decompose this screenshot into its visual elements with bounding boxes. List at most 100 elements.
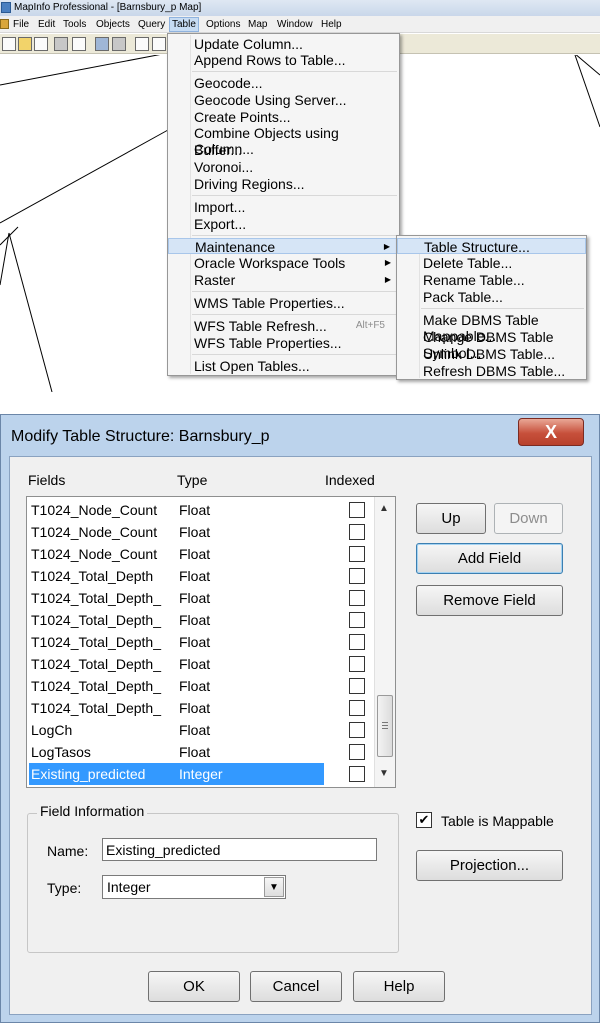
type-select-value: Integer <box>107 879 151 895</box>
name-input[interactable] <box>102 838 377 861</box>
menu-options[interactable]: Options <box>204 18 242 31</box>
open-workspace-icon[interactable] <box>34 37 48 51</box>
menu-item-change-dbms-table-symbol[interactable]: Change DBMS Table Symbol... <box>397 329 586 361</box>
menu-item-geocode-using-server[interactable]: Geocode Using Server... <box>168 92 399 108</box>
title-bar: MapInfo Professional - [Barnsbury_p Map] <box>0 0 600 16</box>
indexed-checkbox[interactable] <box>349 656 365 672</box>
remove-field-button[interactable]: Remove Field <box>416 585 563 616</box>
menu-map[interactable]: Map <box>246 18 269 31</box>
indexed-checkbox[interactable] <box>349 634 365 650</box>
indexed-checkbox[interactable] <box>349 524 365 540</box>
field-row[interactable]: T1024_Total_Depth_ Float <box>29 609 375 631</box>
close-icon: X <box>544 422 557 442</box>
menu-item-make-dbms-table-mappable[interactable]: Make DBMS Table Mappable... <box>397 312 586 344</box>
copy-icon[interactable] <box>152 37 166 51</box>
indexed-checkbox[interactable] <box>349 590 365 606</box>
menu-item-geocode[interactable]: Geocode... <box>168 75 399 91</box>
field-row[interactable]: T1024_Total_Depth_ Float <box>29 653 375 675</box>
scroll-thumb[interactable] <box>377 695 393 757</box>
field-row[interactable]: LogCh Float <box>29 719 375 741</box>
save-table-icon[interactable] <box>54 37 68 51</box>
indexed-checkbox[interactable] <box>349 766 365 782</box>
scroll-up-arrow-icon[interactable]: ▲ <box>379 503 389 514</box>
type-column-header: Type <box>177 472 208 488</box>
menu-item-rename-table[interactable]: Rename Table... <box>397 272 586 288</box>
down-button[interactable]: Down <box>494 503 563 534</box>
new-table-icon[interactable] <box>2 37 16 51</box>
menu-item-update-column[interactable]: Update Column... <box>168 36 399 52</box>
close-button[interactable]: X <box>518 418 584 446</box>
menu-tools[interactable]: Tools <box>61 18 88 31</box>
print-icon[interactable] <box>112 37 126 51</box>
field-row[interactable]: T1024_Total_Depth_ Float <box>29 697 375 719</box>
menu-item-oracle-workspace-tools[interactable]: Oracle Workspace Tools ▶ <box>168 255 399 271</box>
menu-item-list-open-tables[interactable]: List Open Tables... <box>168 358 399 374</box>
menu-item-wfs-table-refresh[interactable]: WFS Table Refresh... Alt+F5 <box>168 318 399 334</box>
menu-item-wms-table-properties[interactable]: WMS Table Properties... <box>168 295 399 311</box>
menu-item-maintenance[interactable]: Maintenance ▶ <box>168 238 399 255</box>
table-is-mappable-label: Table is Mappable <box>441 813 554 829</box>
projection-button[interactable]: Projection... <box>416 850 563 881</box>
field-row[interactable]: T1024_Total_Depth_ Float <box>29 675 375 697</box>
indexed-checkbox[interactable] <box>349 546 365 562</box>
menu-item-pack-table[interactable]: Pack Table... <box>397 289 586 305</box>
menu-item-table-structure[interactable]: Table Structure... <box>397 238 586 255</box>
cancel-button[interactable]: Cancel <box>250 971 342 1002</box>
menu-item-create-points[interactable]: Create Points... <box>168 109 399 125</box>
field-row[interactable]: LogTasos Float <box>29 741 375 763</box>
menu-item-export[interactable]: Export... <box>168 216 399 232</box>
up-button[interactable]: Up <box>416 503 486 534</box>
indexed-checkbox[interactable] <box>349 744 365 760</box>
menu-item-combine-objects[interactable]: Combine Objects using Column... <box>168 125 399 157</box>
field-row[interactable]: T1024_Node_Count Float <box>29 499 375 521</box>
add-field-button[interactable]: Add Field <box>416 543 563 574</box>
field-row-selected[interactable]: Existing_predicted Integer <box>29 763 375 785</box>
open-table-icon[interactable] <box>18 37 32 51</box>
fields-column-header: Fields <box>28 472 66 488</box>
menu-file[interactable]: File <box>11 18 31 31</box>
save-workspace-icon[interactable] <box>72 37 86 51</box>
ok-button[interactable]: OK <box>148 971 240 1002</box>
menu-objects[interactable]: Objects <box>94 18 132 31</box>
table-is-mappable-checkbox[interactable]: ✔ <box>416 812 432 828</box>
menu-query[interactable]: Query <box>136 18 167 31</box>
menu-separator <box>192 314 397 315</box>
menu-separator <box>192 71 397 72</box>
scroll-down-arrow-icon[interactable]: ▼ <box>379 768 389 779</box>
system-menu-icon[interactable] <box>0 19 9 29</box>
field-row[interactable]: T1024_Total_Depth Float <box>29 565 375 587</box>
menu-help[interactable]: Help <box>319 18 344 31</box>
indexed-checkbox[interactable] <box>349 568 365 584</box>
menu-edit[interactable]: Edit <box>36 18 57 31</box>
field-row[interactable]: T1024_Node_Count Float <box>29 543 375 565</box>
menu-window[interactable]: Window <box>275 18 315 31</box>
cut-icon[interactable] <box>135 37 149 51</box>
indexed-checkbox[interactable] <box>349 678 365 694</box>
field-row[interactable]: T1024_Node_Count Float <box>29 521 375 543</box>
field-row[interactable]: T1024_Total_Depth_ Float <box>29 587 375 609</box>
help-button[interactable]: Help <box>353 971 445 1002</box>
menu-item-refresh-dbms-table[interactable]: Refresh DBMS Table... <box>397 363 586 379</box>
print-preview-icon[interactable] <box>95 37 109 51</box>
indexed-checkbox[interactable] <box>349 722 365 738</box>
menu-item-raster[interactable]: Raster ▶ <box>168 272 399 288</box>
menu-item-import[interactable]: Import... <box>168 199 399 215</box>
window-title: MapInfo Professional - [Barnsbury_p Map] <box>14 2 202 13</box>
menu-item-wfs-table-properties[interactable]: WFS Table Properties... <box>168 335 399 351</box>
menu-item-buffer[interactable]: Buffer... <box>168 142 399 158</box>
chevron-down-icon[interactable]: ▼ <box>264 877 284 897</box>
type-select[interactable]: Integer ▼ <box>102 875 286 899</box>
menu-table[interactable]: Table <box>169 17 199 32</box>
menu-item-voronoi[interactable]: Voronoi... <box>168 159 399 175</box>
menu-item-append-rows[interactable]: Append Rows to Table... <box>168 52 399 68</box>
menu-item-delete-table[interactable]: Delete Table... <box>397 255 586 271</box>
menu-separator <box>192 235 397 236</box>
menu-item-driving-regions[interactable]: Driving Regions... <box>168 176 399 192</box>
indexed-checkbox[interactable] <box>349 502 365 518</box>
menu-item-unlink-dbms-table[interactable]: Unlink DBMS Table... <box>397 346 586 362</box>
fields-scrollbar[interactable]: ▲ ▼ <box>374 497 395 787</box>
fields-list[interactable]: T1024_Node_Count Float T1024_Node_Count Fl… <box>26 496 396 788</box>
indexed-checkbox[interactable] <box>349 612 365 628</box>
indexed-checkbox[interactable] <box>349 700 365 716</box>
field-row[interactable]: T1024_Total_Depth_ Float <box>29 631 375 653</box>
